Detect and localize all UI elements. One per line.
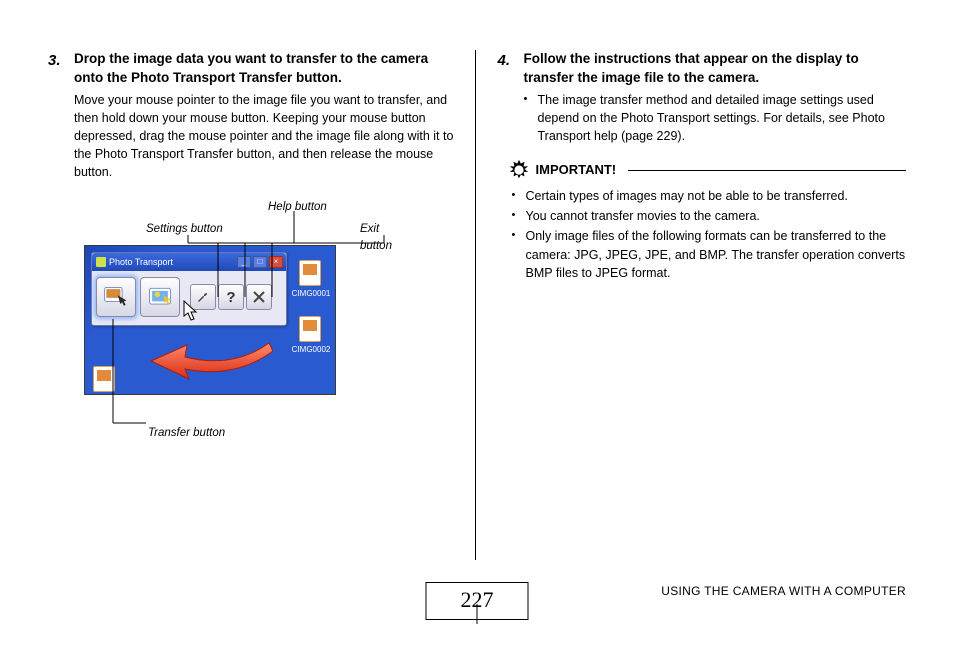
step-3: 3. Drop the image data you want to trans… (48, 50, 457, 88)
callout-transfer: Transfer button (148, 425, 404, 442)
list-item: • Only image files of the following form… (512, 227, 907, 281)
right-column: 4. Follow the instructions that appear o… (498, 50, 907, 560)
photo-transport-figure: Settings button Help button Exit button … (84, 199, 404, 442)
left-column: 3. Drop the image data you want to trans… (48, 50, 457, 560)
thumb-label: CIMG0002 (84, 394, 128, 395)
titlebar: Photo Transport _ □ × (92, 253, 286, 271)
bullet-icon: • (512, 187, 526, 204)
maximize-button[interactable]: □ (253, 256, 267, 268)
important-rule (628, 170, 906, 171)
thumb-label: CIMG0002 (288, 344, 334, 356)
burst-icon (508, 159, 530, 181)
step-body: Move your mouse pointer to the image fil… (74, 91, 457, 182)
desktop-screenshot: Photo Transport _ □ × (84, 245, 336, 395)
callout-settings: Settings button (146, 221, 223, 238)
important-list: • Certain types of images may not be abl… (512, 187, 907, 282)
column-divider (475, 50, 476, 560)
small-button-group: ? (190, 284, 272, 310)
list-item: • Certain types of images may not be abl… (512, 187, 907, 205)
list-text: Only image files of the following format… (526, 227, 907, 281)
step-4: 4. Follow the instructions that appear o… (498, 50, 907, 88)
list-item: • The image transfer method and detailed… (524, 91, 907, 145)
transfer-icon (102, 283, 130, 311)
callout-help: Help button (268, 199, 327, 216)
help-button[interactable]: ? (218, 284, 244, 310)
file-thumb[interactable]: CIMG0002 (93, 366, 115, 392)
section-title: USING THE CAMERA WITH A COMPUTER (661, 584, 906, 598)
minimize-button[interactable]: _ (237, 256, 251, 268)
important-label: IMPORTANT! (536, 161, 617, 180)
app-icon (96, 257, 106, 267)
list-text: The image transfer method and detailed i… (538, 91, 907, 145)
window-controls: _ □ × (237, 256, 286, 268)
callouts-top: Settings button Help button Exit button (84, 199, 404, 245)
list-item: • You cannot transfer movies to the came… (512, 207, 907, 225)
file-thumb[interactable]: CIMG0001 (299, 260, 321, 286)
bullet-icon: • (524, 91, 538, 108)
important-header: IMPORTANT! (508, 159, 907, 181)
step-heading: Follow the instructions that appear on t… (524, 50, 907, 88)
drag-arrow-icon (145, 341, 273, 381)
exit-button[interactable] (246, 284, 272, 310)
transfer-button[interactable] (96, 277, 136, 317)
cursor-icon (183, 300, 201, 322)
step-4-list: • The image transfer method and detailed… (524, 91, 907, 145)
page-footer: 227 USING THE CAMERA WITH A COMPUTER (0, 586, 954, 626)
footer-divider (477, 604, 478, 624)
step-number: 4. (498, 50, 524, 72)
list-text: Certain types of images may not be able … (526, 187, 848, 205)
step-heading: Drop the image data you want to transfer… (74, 50, 457, 88)
bullet-icon: • (512, 207, 526, 224)
capture-icon (146, 283, 174, 311)
page-columns: 3. Drop the image data you want to trans… (0, 0, 954, 560)
callout-exit: Exit button (360, 221, 404, 254)
thumb-label: CIMG0001 (288, 288, 334, 300)
step-number: 3. (48, 50, 74, 72)
file-thumb[interactable]: CIMG0002 (299, 316, 321, 342)
x-icon (251, 289, 267, 305)
capture-button[interactable] (140, 277, 180, 317)
app-title: Photo Transport (109, 256, 173, 269)
list-text: You cannot transfer movies to the camera… (526, 207, 760, 225)
close-window-button[interactable]: × (269, 256, 283, 268)
bullet-icon: • (512, 227, 526, 244)
